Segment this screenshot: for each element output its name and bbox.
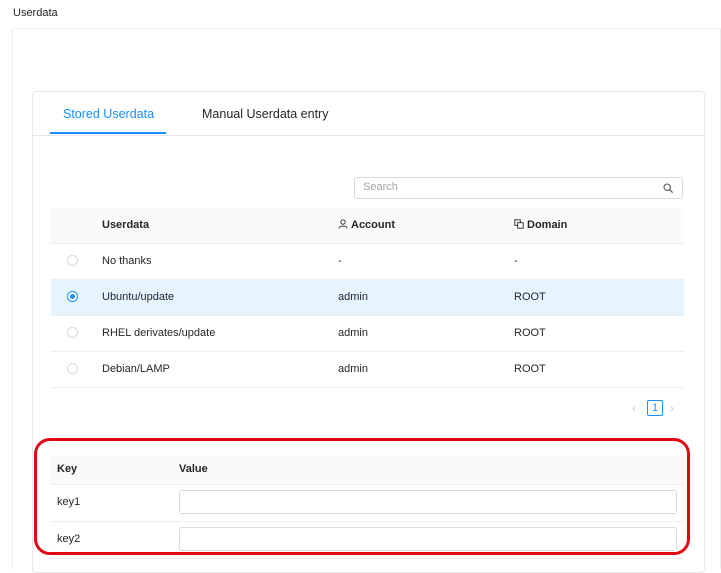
column-header-domain[interactable]: Domain — [514, 208, 567, 243]
domain-value: ROOT — [514, 363, 546, 375]
row-radio[interactable] — [67, 255, 78, 266]
key-value-row: key2 — [51, 522, 684, 559]
domain-header-label: Domain — [527, 219, 568, 231]
chevron-left-icon[interactable]: ‹ — [632, 401, 636, 415]
userdata-name: Ubuntu/update — [102, 291, 175, 303]
account-value: admin — [338, 291, 368, 303]
tab-bar: Stored Userdata Manual Userdata entry — [33, 92, 704, 136]
table-row[interactable]: RHEL derivates/update admin ROOT — [51, 316, 684, 352]
account-header-label: Account — [351, 219, 395, 231]
search-icon[interactable] — [663, 183, 673, 193]
domain-value: ROOT — [514, 291, 546, 303]
table-row[interactable]: No thanks - - — [51, 244, 684, 280]
account-value: - — [338, 255, 342, 267]
table-row[interactable]: Debian/LAMP admin ROOT — [51, 352, 684, 388]
table-header: Userdata Account Domain — [51, 208, 684, 244]
section-title: Userdata — [13, 7, 58, 19]
search-box — [354, 177, 683, 199]
domain-value: - — [514, 255, 518, 267]
search-input[interactable] — [363, 181, 653, 193]
userdata-name: RHEL derivates/update — [102, 327, 216, 339]
active-tab-indicator — [50, 132, 166, 134]
tab-stored-userdata[interactable]: Stored Userdata — [63, 107, 154, 121]
row-radio[interactable] — [67, 327, 78, 338]
value-input-key1[interactable] — [179, 490, 677, 514]
userdata-name: No thanks — [102, 255, 152, 267]
domain-value: ROOT — [514, 327, 546, 339]
domain-icon — [514, 219, 524, 229]
row-radio-checked[interactable] — [67, 291, 78, 302]
table-row-selected[interactable]: Ubuntu/update admin ROOT — [51, 280, 684, 316]
key-value-header: Key Value — [51, 455, 684, 485]
key-value-row: key1 — [51, 485, 684, 522]
userdata-table: Userdata Account Domain No thanks - - Ub… — [51, 208, 684, 388]
column-header-account[interactable]: Account — [338, 208, 395, 243]
user-icon — [338, 219, 348, 229]
page-number-button[interactable]: 1 — [647, 400, 663, 416]
tab-manual-userdata-entry[interactable]: Manual Userdata entry — [202, 107, 328, 121]
userdata-name: Debian/LAMP — [102, 363, 170, 375]
column-header-userdata[interactable]: Userdata — [102, 208, 149, 243]
key-column-header: Key — [57, 463, 78, 475]
chevron-right-icon[interactable]: › — [670, 401, 674, 415]
account-value: admin — [338, 327, 368, 339]
value-column-header: Value — [179, 463, 208, 475]
value-input-key2[interactable] — [179, 527, 677, 551]
key-label: key2 — [57, 533, 81, 545]
key-label: key1 — [57, 496, 81, 508]
account-value: admin — [338, 363, 368, 375]
row-radio[interactable] — [67, 363, 78, 374]
